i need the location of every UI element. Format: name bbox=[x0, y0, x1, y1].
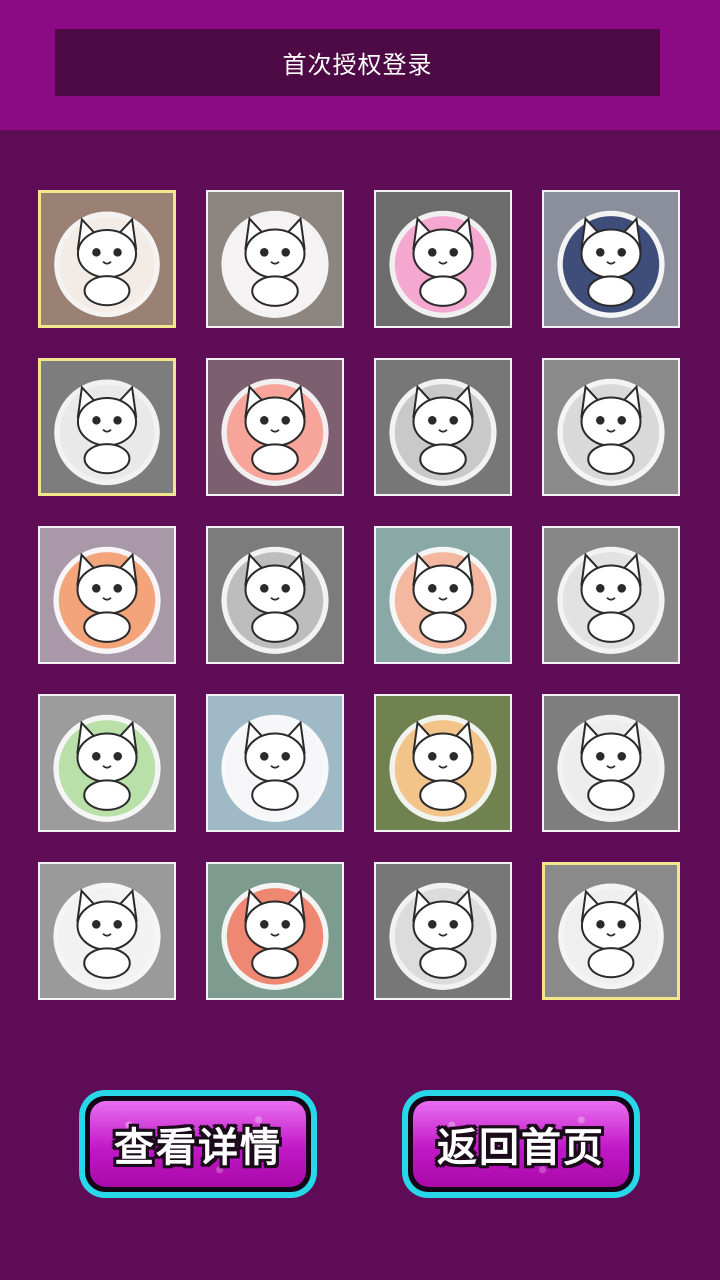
dancing-girl-cats-sticker bbox=[558, 883, 664, 990]
cat-castle-sticker bbox=[557, 714, 665, 822]
white-cat-teacup-sticker bbox=[389, 546, 497, 654]
sticker-tile[interactable] bbox=[38, 358, 176, 496]
sticker-tile[interactable] bbox=[206, 862, 344, 1000]
sticker-tile[interactable] bbox=[206, 190, 344, 328]
sticker-tile[interactable] bbox=[374, 526, 512, 664]
sticker-tile[interactable] bbox=[206, 526, 344, 664]
back-to-home-label: 返回首页 bbox=[437, 1125, 605, 1171]
back-to-home-button[interactable]: 返回首页 bbox=[402, 1090, 640, 1198]
sticker-tile[interactable] bbox=[542, 694, 680, 832]
view-details-button-face: 查看详情 bbox=[90, 1101, 306, 1187]
back-to-home-button-frame: 返回首页 bbox=[408, 1096, 634, 1192]
sticker-tile[interactable] bbox=[542, 358, 680, 496]
sticker-tile[interactable] bbox=[542, 862, 680, 1000]
music-cat-sticker bbox=[53, 714, 161, 822]
view-details-label: 查看详情 bbox=[114, 1125, 282, 1171]
view-details-button-frame: 查看详情 bbox=[85, 1096, 311, 1192]
sleeping-cats-sticker bbox=[389, 378, 497, 486]
back-to-home-button-face: 返回首页 bbox=[413, 1101, 629, 1187]
white-cat-in-cup-sticker bbox=[54, 211, 160, 318]
sticker-tile[interactable] bbox=[206, 358, 344, 496]
cat-flower-wreath-sticker bbox=[221, 882, 329, 990]
sticker-tile[interactable] bbox=[542, 526, 680, 664]
girl-cats-moon-sticker bbox=[221, 378, 329, 486]
cat-sunset-sticker bbox=[389, 714, 497, 822]
pink-cat-sticker bbox=[389, 210, 497, 318]
sticker-tile[interactable] bbox=[38, 190, 176, 328]
sticker-tile[interactable] bbox=[374, 358, 512, 496]
calico-kitten-sticker bbox=[221, 210, 329, 318]
girl-holding-cat-sticker bbox=[389, 882, 497, 990]
top-header: 首次授权登录 bbox=[0, 0, 720, 130]
girl-with-white-cat-sticker bbox=[54, 379, 160, 486]
sticker-tile[interactable] bbox=[374, 694, 512, 832]
view-details-button[interactable]: 查看详情 bbox=[79, 1090, 317, 1198]
sticker-tile[interactable] bbox=[38, 862, 176, 1000]
black-and-white-cats-sticker bbox=[53, 546, 161, 654]
blue-eyed-cat-sticker bbox=[221, 714, 329, 822]
sleeping-girl-cat-sticker bbox=[557, 378, 665, 486]
cat-reading-book-sticker bbox=[557, 546, 665, 654]
girl-with-black-cat-sticker bbox=[557, 210, 665, 318]
first-time-login-button[interactable]: 首次授权登录 bbox=[55, 29, 660, 96]
sticker-tile[interactable] bbox=[206, 694, 344, 832]
sticker-grid bbox=[38, 190, 680, 1000]
cat-in-pot-sticker bbox=[53, 882, 161, 990]
sticker-tile[interactable] bbox=[38, 526, 176, 664]
sticker-tile[interactable] bbox=[542, 190, 680, 328]
sticker-tile[interactable] bbox=[374, 862, 512, 1000]
sticker-tile[interactable] bbox=[374, 190, 512, 328]
grey-cat-butterfly-sticker bbox=[221, 546, 329, 654]
sticker-tile[interactable] bbox=[38, 694, 176, 832]
